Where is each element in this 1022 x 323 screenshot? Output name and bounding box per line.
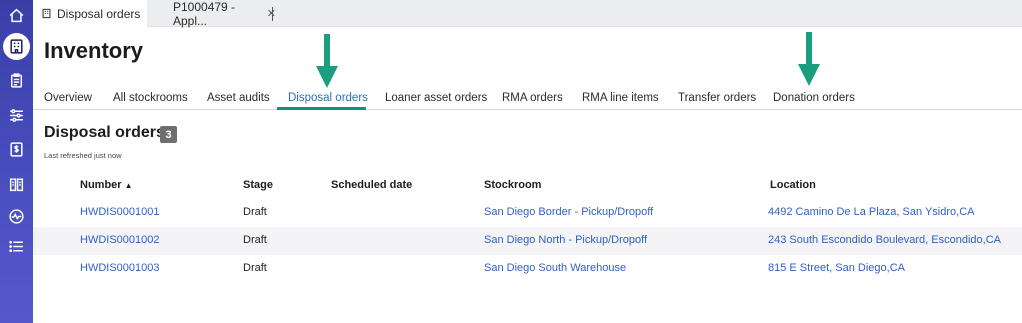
- building-icon: [42, 8, 51, 19]
- subtab-transfer-orders[interactable]: Transfer orders: [678, 92, 756, 104]
- tab-disposal-orders[interactable]: Disposal orders: [33, 0, 147, 27]
- column-header-stage[interactable]: Stage: [243, 179, 273, 191]
- stockroom-link[interactable]: San Diego North - Pickup/Dropoff: [484, 234, 647, 246]
- building-icon[interactable]: [3, 33, 30, 60]
- column-header-number[interactable]: Number ▲: [80, 179, 132, 191]
- record-count-badge: 3: [160, 126, 177, 143]
- column-header-location[interactable]: Location: [770, 179, 816, 191]
- subtab-asset-audits[interactable]: Asset audits: [207, 92, 270, 104]
- home-icon[interactable]: [4, 3, 29, 28]
- app-root: Disposal orders P1000479 - Appl... ✕ Inv…: [0, 0, 1022, 323]
- subtab-disposal-orders[interactable]: Disposal orders: [288, 92, 368, 104]
- last-refreshed-text: Last refreshed just now: [44, 151, 122, 160]
- tab-label: Disposal orders: [57, 6, 141, 21]
- table-row: HWDIS0001002 Draft San Diego North - Pic…: [33, 227, 1022, 255]
- workspace-tab-strip: Disposal orders P1000479 - Appl... ✕: [33, 0, 1022, 28]
- order-number-link[interactable]: HWDIS0001003: [80, 262, 160, 274]
- stage-cell: Draft: [243, 234, 267, 246]
- table-row: HWDIS0001001 Draft San Diego Border - Pi…: [33, 199, 1022, 227]
- sliders-icon[interactable]: [4, 103, 29, 128]
- stockroom-link[interactable]: San Diego South Warehouse: [484, 262, 626, 274]
- column-header-scheduled-date[interactable]: Scheduled date: [331, 179, 412, 191]
- arrow-down-icon: [798, 32, 820, 86]
- location-link[interactable]: 815 E Street, San Diego,CA: [768, 262, 905, 274]
- tab-record[interactable]: P1000479 - Appl... ✕: [161, 0, 276, 28]
- subtab-donation-orders[interactable]: Donation orders: [773, 92, 855, 104]
- tab-label: P1000479 - Appl...: [173, 0, 236, 28]
- stockroom-link[interactable]: San Diego Border - Pickup/Dropoff: [484, 206, 653, 218]
- location-link[interactable]: 4492 Camino De La Plaza, San Ysidro,CA: [768, 206, 974, 218]
- clipboard-icon[interactable]: [4, 68, 29, 93]
- subtab-rma-line-items[interactable]: RMA line items: [582, 92, 659, 104]
- subtab-loaner-asset-orders[interactable]: Loaner asset orders: [385, 92, 487, 104]
- order-number-link[interactable]: HWDIS0001001: [80, 206, 160, 218]
- invoice-icon[interactable]: [4, 137, 29, 162]
- active-tab-indicator: [277, 107, 366, 110]
- column-header-label: Number: [80, 179, 122, 191]
- tab-divider: [272, 7, 273, 21]
- subtab-all-stockrooms[interactable]: All stockrooms: [113, 92, 188, 104]
- stage-cell: Draft: [243, 206, 267, 218]
- location-link[interactable]: 243 South Escondido Boulevard, Escondido…: [768, 234, 1001, 246]
- activity-icon[interactable]: [4, 204, 29, 229]
- arrow-down-icon: [316, 34, 338, 88]
- book-icon[interactable]: [4, 172, 29, 197]
- stage-cell: Draft: [243, 262, 267, 274]
- list-title: Disposal orders: [44, 124, 165, 141]
- subtab-rma-orders[interactable]: RMA orders: [502, 92, 563, 104]
- sort-ascending-icon: ▲: [124, 181, 133, 190]
- left-rail: [0, 0, 33, 323]
- column-header-stockroom[interactable]: Stockroom: [484, 179, 541, 191]
- subtab-overview[interactable]: Overview: [44, 92, 92, 104]
- page-title: Inventory: [44, 38, 144, 63]
- inventory-subnav: Overview All stockrooms Asset audits Dis…: [33, 86, 1022, 110]
- table-row: HWDIS0001003 Draft San Diego South Wareh…: [33, 255, 1022, 283]
- list-icon[interactable]: [4, 234, 29, 259]
- order-number-link[interactable]: HWDIS0001002: [80, 234, 160, 246]
